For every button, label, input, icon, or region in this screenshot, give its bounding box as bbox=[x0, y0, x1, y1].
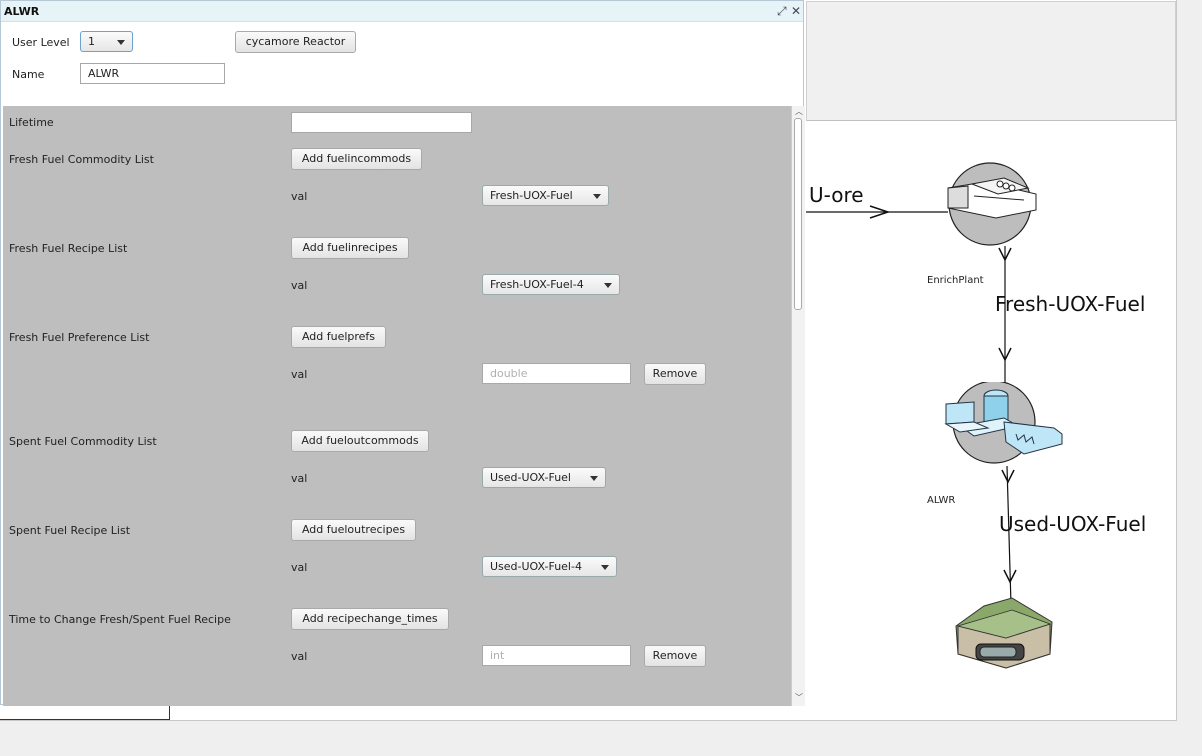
val-label: val bbox=[291, 472, 308, 485]
select-value: Fresh-UOX-Fuel bbox=[490, 189, 573, 202]
repository-icon[interactable] bbox=[954, 596, 1054, 670]
lifetime-field[interactable] bbox=[291, 112, 472, 133]
val-label: val bbox=[291, 368, 308, 381]
bottom-panel-stub bbox=[0, 706, 170, 720]
select-value: Used-UOX-Fuel bbox=[490, 471, 571, 484]
spent-fuel-commodity-label: Spent Fuel Commodity List bbox=[9, 435, 157, 448]
edge-label-fresh-fuel: Fresh-UOX-Fuel bbox=[995, 292, 1146, 316]
scroll-thumb[interactable] bbox=[794, 118, 802, 310]
remove-button[interactable]: Remove bbox=[644, 363, 706, 385]
enrichment-plant-icon[interactable] bbox=[944, 160, 1040, 250]
chevron-down-icon bbox=[593, 194, 601, 199]
chevron-down-icon bbox=[117, 40, 125, 45]
chevron-down-icon bbox=[601, 565, 609, 570]
archetype-form: Lifetime Fresh Fuel Commodity List Add f… bbox=[3, 106, 805, 706]
add-fueloutrecipes-button[interactable]: Add fueloutrecipes bbox=[291, 519, 416, 541]
reactor-icon[interactable] bbox=[944, 382, 1066, 468]
fresh-fuel-preference-label: Fresh Fuel Preference List bbox=[9, 331, 150, 344]
fuelincommods-select[interactable]: Fresh-UOX-Fuel bbox=[482, 185, 609, 206]
val-label: val bbox=[291, 279, 308, 292]
fresh-fuel-recipe-label: Fresh Fuel Recipe List bbox=[9, 242, 128, 255]
remove-button[interactable]: Remove bbox=[644, 645, 706, 667]
user-level-select[interactable]: 1 bbox=[80, 31, 133, 52]
add-fuelprefs-button[interactable]: Add fuelprefs bbox=[291, 326, 386, 348]
fueloutcommods-select[interactable]: Used-UOX-Fuel bbox=[482, 467, 606, 488]
spent-fuel-recipe-label: Spent Fuel Recipe List bbox=[9, 524, 131, 537]
add-fuelincommods-button[interactable]: Add fuelincommods bbox=[291, 148, 422, 170]
add-fuelinrecipes-button[interactable]: Add fuelinrecipes bbox=[291, 237, 409, 259]
user-level-value: 1 bbox=[88, 35, 95, 48]
edge-label-uore: U-ore bbox=[809, 183, 864, 207]
select-value: Fresh-UOX-Fuel-4 bbox=[490, 278, 584, 291]
archetype-button[interactable]: cycamore Reactor bbox=[235, 31, 356, 53]
add-recipechange-times-button[interactable]: Add recipechange_times bbox=[291, 608, 449, 630]
window-titlebar[interactable]: ALWR ⤢ ✕ bbox=[1, 1, 803, 22]
maximize-icon[interactable]: ⤢ bbox=[777, 4, 787, 18]
val-label: val bbox=[291, 650, 308, 663]
node-label-enrichplant: EnrichPlant bbox=[927, 275, 984, 286]
chevron-down-icon bbox=[604, 283, 612, 288]
val-label: val bbox=[291, 561, 308, 574]
recipe-change-time-label: Time to Change Fresh/Spent Fuel Recipe bbox=[9, 613, 231, 626]
fuelprefs-field[interactable]: double bbox=[482, 363, 631, 384]
node-label-alwr: ALWR bbox=[927, 495, 956, 506]
fresh-fuel-commodity-label: Fresh Fuel Commodity List bbox=[9, 153, 154, 166]
top-panel bbox=[806, 1, 1176, 121]
select-value: Used-UOX-Fuel-4 bbox=[490, 560, 582, 573]
recipechange-times-field[interactable]: int bbox=[482, 645, 631, 666]
fuelinrecipes-select[interactable]: Fresh-UOX-Fuel-4 bbox=[482, 274, 620, 295]
window-title: ALWR bbox=[4, 5, 40, 18]
scroll-down-icon[interactable]: ﹀ bbox=[795, 692, 803, 703]
name-label: Name bbox=[12, 68, 45, 81]
val-label: val bbox=[291, 190, 308, 203]
chevron-down-icon bbox=[590, 476, 598, 481]
vertical-scrollbar[interactable]: ︿ ﹀ bbox=[791, 106, 805, 706]
lifetime-label: Lifetime bbox=[9, 116, 54, 129]
close-icon[interactable]: ✕ bbox=[791, 4, 801, 18]
name-field[interactable]: ALWR bbox=[80, 63, 225, 84]
edge-label-used-fuel: Used-UOX-Fuel bbox=[999, 512, 1147, 536]
user-level-label: User Level bbox=[12, 36, 70, 49]
facility-editor-window: ALWR ⤢ ✕ User Level 1 cycamore Reactor N… bbox=[0, 0, 805, 706]
add-fueloutcommods-button[interactable]: Add fueloutcommods bbox=[291, 430, 429, 452]
scroll-up-icon[interactable]: ︿ bbox=[795, 106, 803, 117]
fueloutrecipes-select[interactable]: Used-UOX-Fuel-4 bbox=[482, 556, 617, 577]
facility-graph: EnrichPlant ALWR U-ore Fresh-UOX-Fuel Us… bbox=[806, 120, 1176, 720]
